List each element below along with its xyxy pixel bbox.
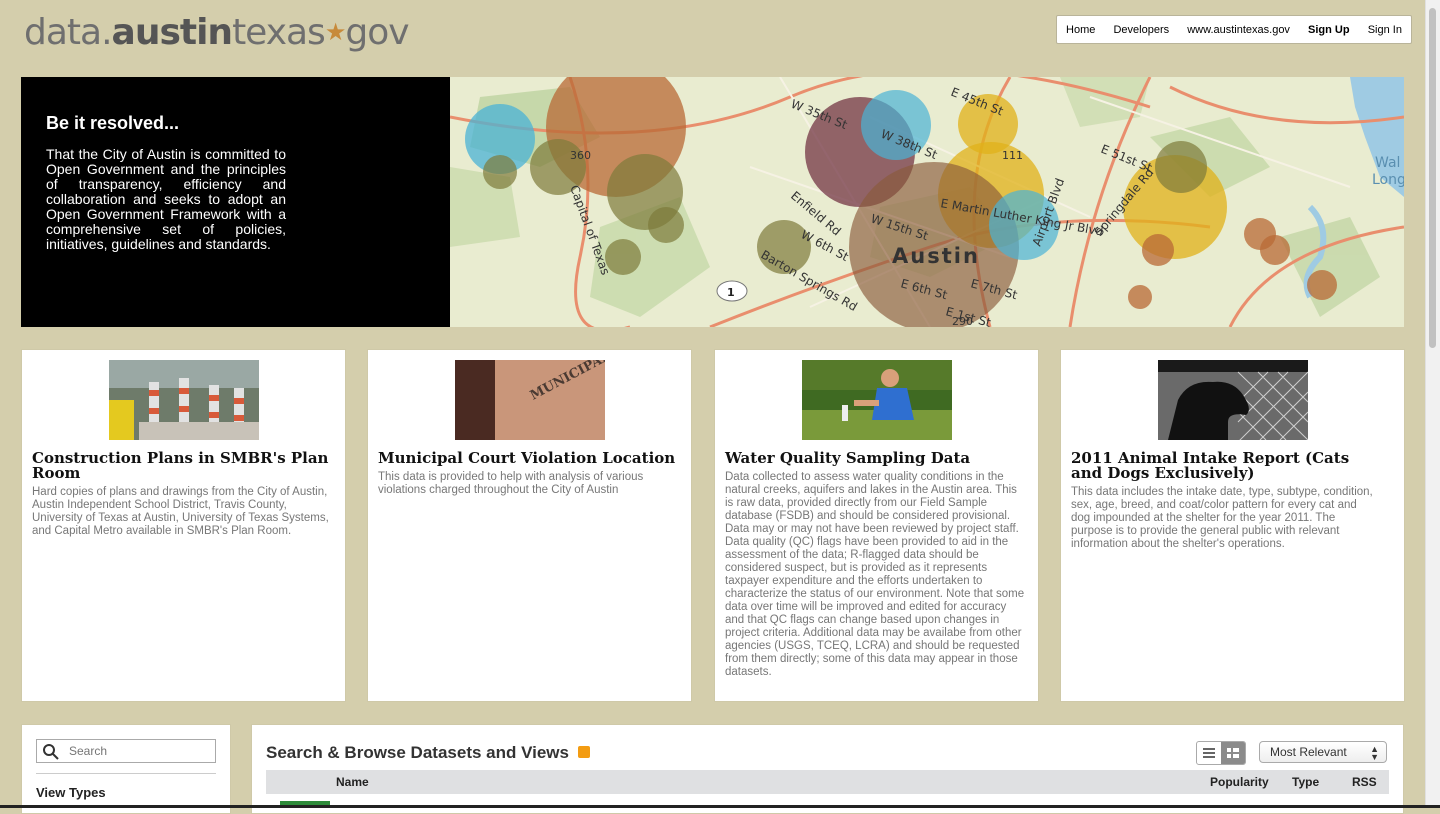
hero-text-panel: Be it resolved... That the City of Austi… <box>21 77 450 327</box>
view-types-heading: View Types <box>36 785 106 800</box>
construction-thumbnail <box>109 360 259 440</box>
nav-sign-in[interactable]: Sign In <box>1368 24 1402 36</box>
highway-shield-290: 290 <box>952 315 973 327</box>
dataset-card[interactable]: Construction Plans in SMBR's Plan Room H… <box>21 349 346 702</box>
dataset-description: This data includes the intake date, type… <box>1071 486 1373 550</box>
hero-body: That the City of Austin is committed to … <box>46 146 286 252</box>
search-input[interactable] <box>67 743 211 759</box>
nav-home[interactable]: Home <box>1066 24 1095 36</box>
vertical-scrollbar[interactable] <box>1425 0 1440 808</box>
logo-suffix: gov <box>345 12 409 53</box>
map-label-water: Wal <box>1375 155 1400 171</box>
list-view-icon[interactable] <box>1197 742 1221 764</box>
highway-shield-360: 360 <box>570 149 591 162</box>
highway-shield-111: 111 <box>1002 149 1023 162</box>
bubble-map: Austin W 35th St W 38th St E 45th St E 5… <box>449 77 1404 327</box>
dataset-title[interactable]: Water Quality Sampling Data <box>725 451 1025 466</box>
highway-shield-1: 1 <box>716 280 748 302</box>
column-name[interactable]: Name <box>336 775 369 789</box>
map-label-water: Long <box>1372 172 1404 188</box>
column-type[interactable]: Type <box>1292 775 1319 789</box>
column-popularity[interactable]: Popularity <box>1210 775 1269 789</box>
water-sampling-thumbnail <box>802 360 952 440</box>
browse-panel: Search & Browse Datasets and Views Most … <box>251 724 1404 814</box>
dataset-title[interactable]: Municipal Court Violation Location <box>378 451 678 466</box>
scrollbar-thumb[interactable] <box>1429 8 1436 348</box>
dataset-thumbnail[interactable]: MUNICIPAL COURT <box>455 360 605 440</box>
dataset-thumbnail[interactable] <box>802 360 952 440</box>
court-thumbnail: MUNICIPAL COURT <box>455 360 605 440</box>
site-logo[interactable]: data.austintexas★gov <box>24 12 410 53</box>
hero-banner: Be it resolved... That the City of Austi… <box>21 77 1404 327</box>
column-rss[interactable]: RSS <box>1352 775 1377 789</box>
divider <box>36 773 216 774</box>
sort-value: Most Relevant <box>1270 745 1347 759</box>
star-icon: ★ <box>324 18 346 46</box>
table-header: Name Popularity Type RSS <box>266 770 1389 794</box>
dataset-card[interactable]: 2011 Animal Intake Report (Cats and Dogs… <box>1060 349 1405 702</box>
rich-view-icon[interactable] <box>1221 742 1245 764</box>
select-arrows-icon: ▲ ▼ <box>1370 744 1379 762</box>
view-toggle <box>1196 741 1246 765</box>
hero-map: Austin W 35th St W 38th St E 45th St E 5… <box>449 77 1404 327</box>
animal-thumbnail <box>1158 360 1308 440</box>
map-label-austin: Austin <box>892 244 980 268</box>
rss-icon[interactable] <box>578 746 590 758</box>
dataset-thumbnail[interactable] <box>109 360 259 440</box>
hero-heading: Be it resolved... <box>46 113 180 133</box>
dataset-title[interactable]: Construction Plans in SMBR's Plan Room <box>32 451 332 481</box>
nav-austintexas[interactable]: www.austintexas.gov <box>1187 24 1290 36</box>
sort-select[interactable]: Most Relevant ▲ ▼ <box>1259 741 1387 763</box>
browse-title: Search & Browse Datasets and Views <box>266 743 569 762</box>
search-box[interactable] <box>36 739 216 763</box>
top-nav: Home Developers www.austintexas.gov Sign… <box>1056 15 1412 44</box>
dataset-card[interactable]: Water Quality Sampling Data Data collect… <box>714 349 1039 702</box>
dataset-description: This data is provided to help with analy… <box>378 471 644 496</box>
dataset-thumbnail[interactable] <box>1158 360 1308 440</box>
logo-mid: texas <box>232 12 326 53</box>
dataset-description: Data collected to assess water quality c… <box>725 471 1025 678</box>
nav-sign-up[interactable]: Sign Up <box>1308 24 1350 36</box>
dataset-card[interactable]: MUNICIPAL COURT Municipal Court Violatio… <box>367 349 692 702</box>
logo-bold: austin <box>111 12 234 53</box>
dataset-description: Hard copies of plans and drawings from t… <box>32 486 329 537</box>
search-icon <box>43 744 59 765</box>
svg-text:1: 1 <box>727 286 735 299</box>
search-panel: View Types <box>21 724 231 814</box>
dataset-title[interactable]: 2011 Animal Intake Report (Cats and Dogs… <box>1071 451 1371 481</box>
nav-developers[interactable]: Developers <box>1113 24 1169 36</box>
logo-prefix: data. <box>24 12 113 53</box>
